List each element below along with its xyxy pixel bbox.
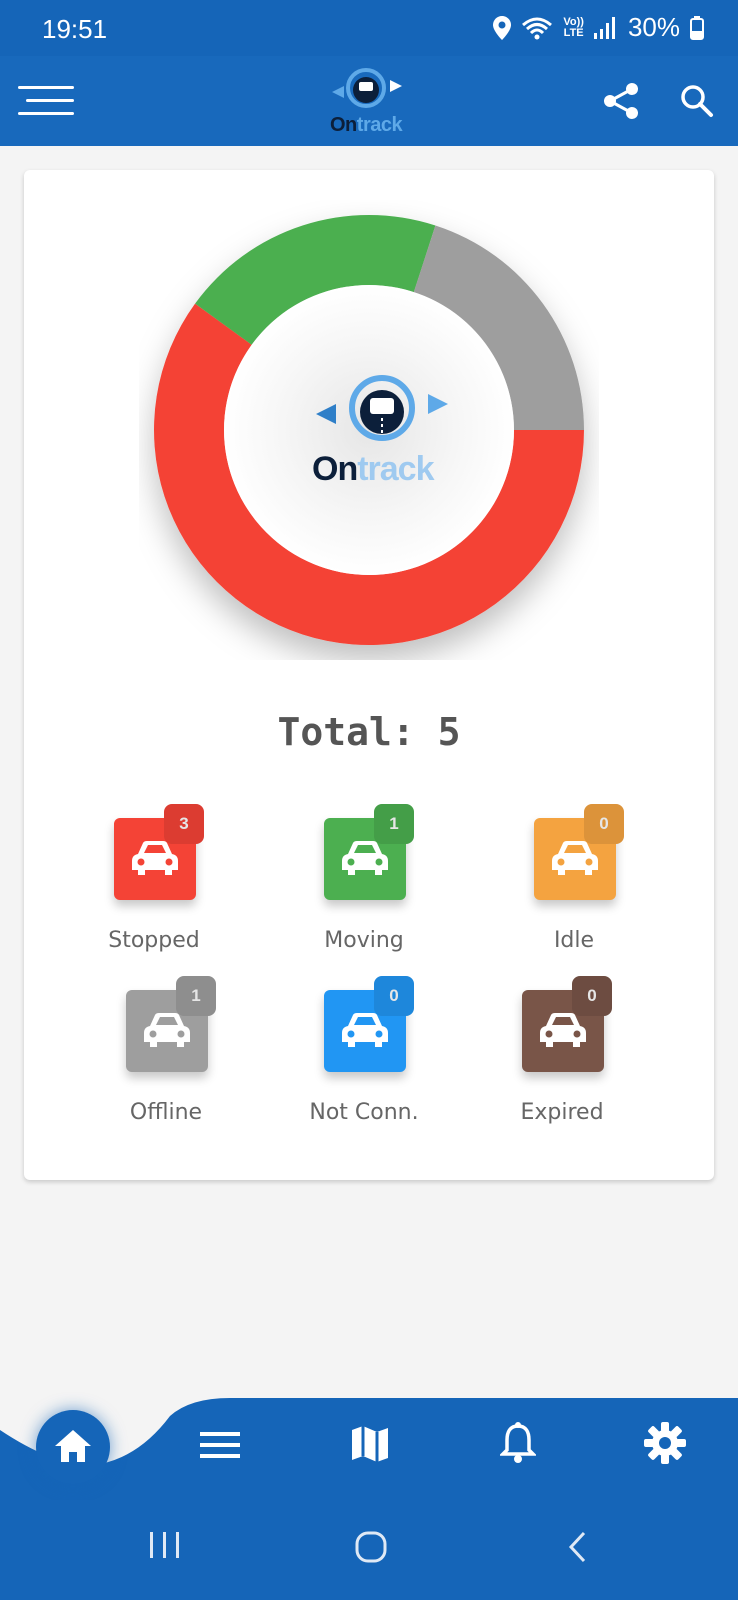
status-bar: 19:51 Vo)) LTE 30% — [0, 0, 738, 56]
status-tile-moving[interactable]: 1 Moving — [284, 804, 444, 970]
status-icons: Vo)) LTE 30% — [493, 12, 704, 43]
logo-word: Ontrack — [330, 114, 403, 136]
home-nav-icon[interactable] — [354, 1530, 388, 1564]
center-logo-word: Ontrack — [312, 450, 435, 488]
status-tile-label: Expired — [520, 1100, 604, 1125]
total-count: Total: 5 — [277, 710, 461, 754]
search-icon[interactable] — [680, 84, 714, 118]
center-logo: Ontrack — [312, 370, 452, 490]
app-bar: Ontrack — [0, 56, 738, 146]
map-icon[interactable] — [350, 1424, 390, 1464]
center-logo-mark-icon — [316, 375, 448, 441]
status-count-badge: 0 — [572, 976, 612, 1016]
status-tile-offline[interactable]: 1 Offline — [86, 976, 246, 1142]
status-time: 19:51 — [42, 14, 108, 44]
network-indicator: Vo)) LTE — [563, 15, 584, 39]
menu-icon[interactable] — [18, 84, 74, 118]
status-count-badge: 1 — [374, 804, 414, 844]
status-count-badge: 3 — [164, 804, 204, 844]
status-tile-label: Stopped — [108, 928, 200, 953]
share-icon[interactable] — [602, 82, 640, 120]
bell-icon[interactable] — [500, 1422, 536, 1464]
system-nav-bar — [0, 1500, 738, 1600]
status-tile-not-conn[interactable]: 0 Not Conn. — [284, 976, 444, 1142]
signal-icon — [593, 16, 615, 39]
status-tile-label: Idle — [553, 928, 595, 953]
wifi-icon — [522, 17, 553, 39]
fleet-summary-card: Ontrack Total: 5 3 Stopped 1 Moving 0 Idle 1 Of… — [24, 170, 714, 1180]
status-tile-stopped[interactable]: 3 Stopped — [74, 804, 234, 970]
battery-percent: 30% — [627, 12, 680, 42]
list-icon[interactable] — [200, 1430, 240, 1460]
home-icon — [55, 1430, 91, 1462]
status-tile-expired[interactable]: 0 Expired — [482, 976, 642, 1142]
battery-icon — [690, 15, 704, 40]
status-count-badge: 1 — [176, 976, 216, 1016]
home-button[interactable] — [36, 1410, 110, 1484]
back-icon[interactable] — [566, 1530, 588, 1564]
bottom-nav — [0, 1390, 738, 1500]
app-logo: Ontrack — [326, 66, 412, 142]
status-count-badge: 0 — [374, 976, 414, 1016]
recent-apps-icon[interactable] — [148, 1530, 182, 1560]
status-tile-idle[interactable]: 0 Idle — [494, 804, 654, 970]
status-count-badge: 0 — [584, 804, 624, 844]
status-tile-label: Not Conn. — [309, 1100, 419, 1125]
status-tile-label: Moving — [324, 928, 404, 953]
status-tile-label: Offline — [129, 1100, 203, 1125]
logo-mark-icon — [332, 68, 402, 108]
location-icon — [493, 15, 512, 40]
gear-icon[interactable] — [644, 1422, 686, 1464]
